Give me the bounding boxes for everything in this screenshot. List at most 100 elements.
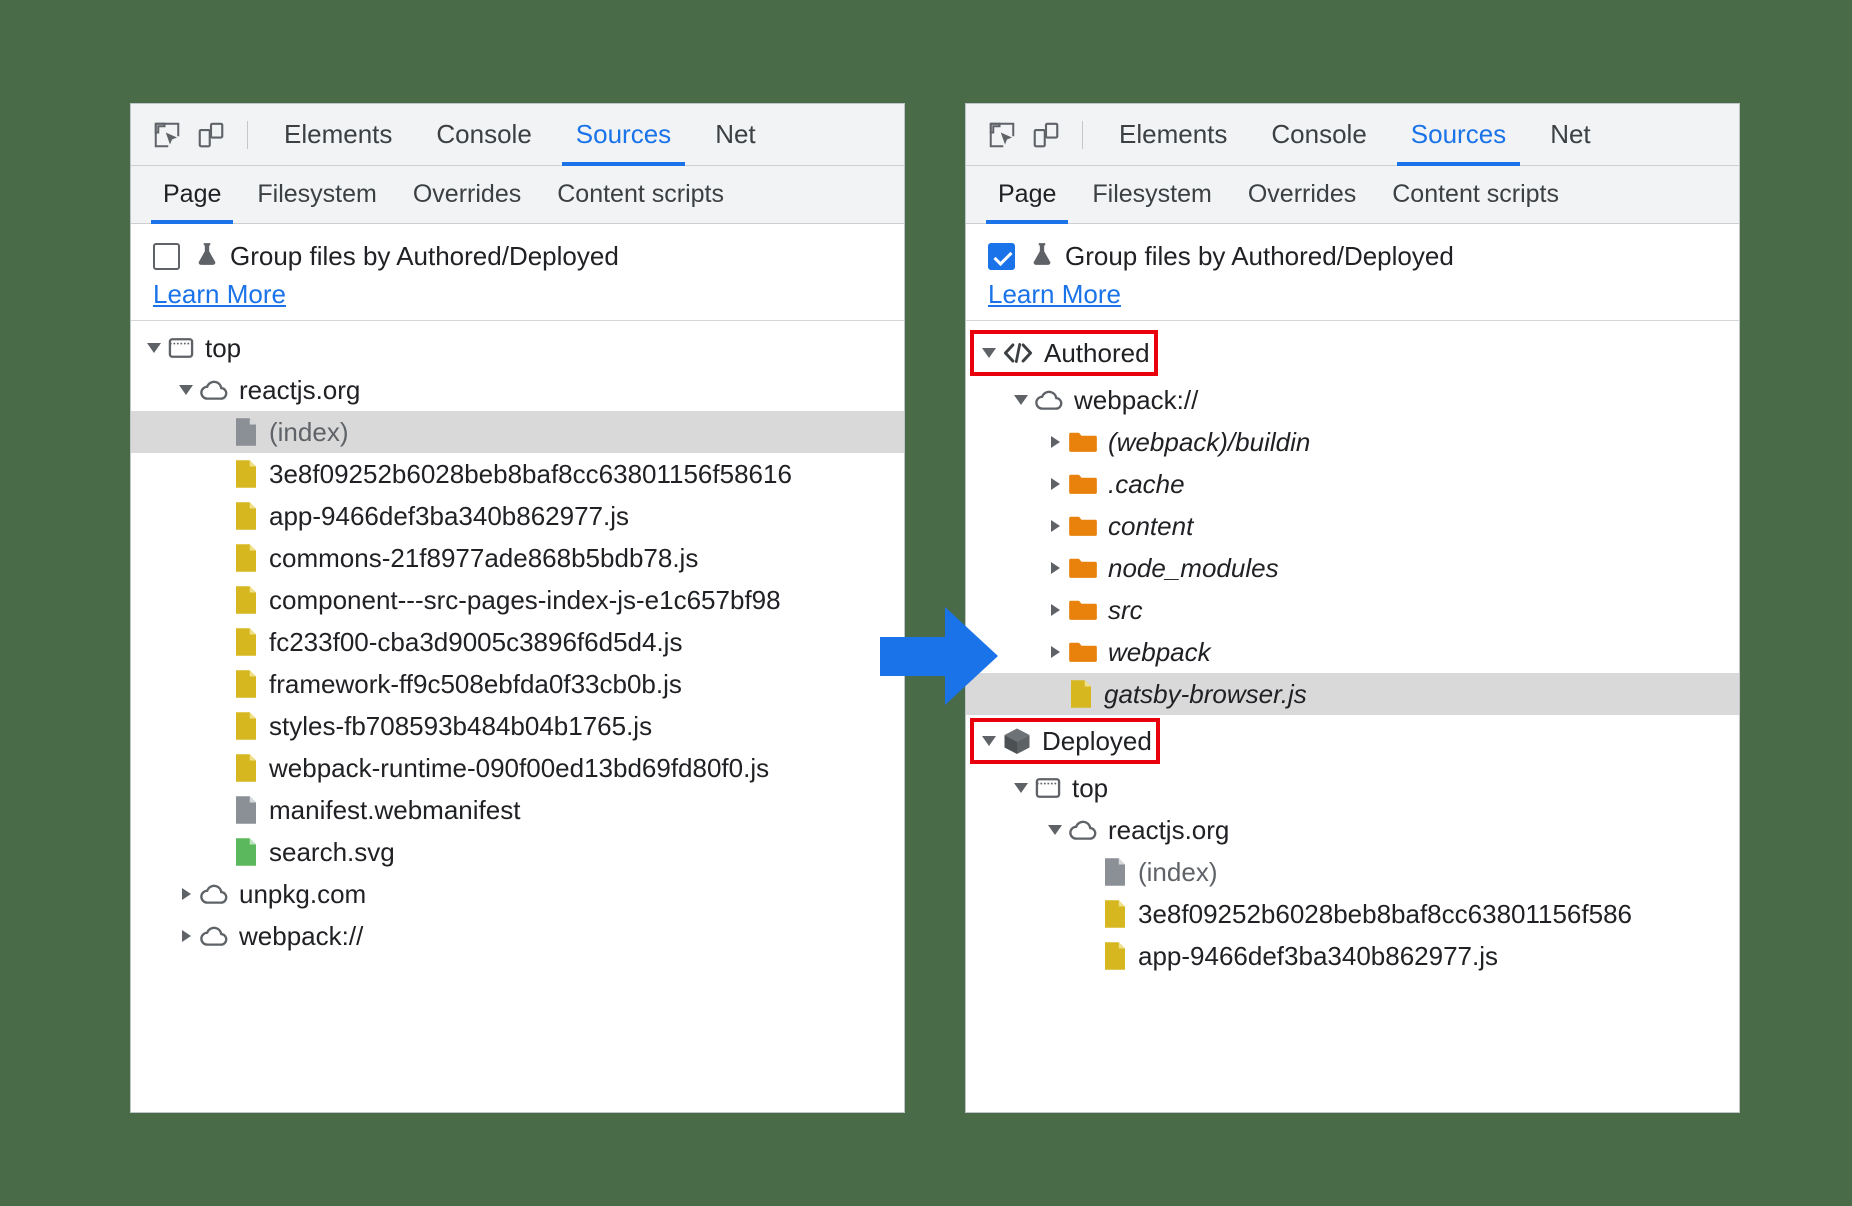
tree-row[interactable]: app-9466def3ba340b862977.js bbox=[966, 935, 1739, 977]
subtab-page[interactable]: Page bbox=[145, 166, 239, 224]
tree-row[interactable]: (webpack)/buildin bbox=[966, 421, 1739, 463]
devtools-panel-before: Elements Console Sources Net Page Filesy… bbox=[130, 103, 905, 1113]
tree-row[interactable]: node_modules bbox=[966, 547, 1739, 589]
right-arrow-icon bbox=[880, 604, 1000, 714]
chevron-right-icon[interactable] bbox=[1042, 436, 1068, 448]
chevron-down-icon[interactable] bbox=[1042, 825, 1068, 835]
chevron-down-icon[interactable] bbox=[1008, 783, 1034, 793]
tree-row[interactable]: 3e8f09252b6028beb8baf8cc63801156f58616 bbox=[131, 453, 904, 495]
device-toolbar-icon[interactable] bbox=[1024, 113, 1068, 157]
frame-icon bbox=[1034, 774, 1062, 802]
group-files-label: Group files by Authored/Deployed bbox=[230, 241, 619, 272]
js-icon bbox=[1068, 679, 1094, 709]
tree-row[interactable]: src bbox=[966, 589, 1739, 631]
tree-row[interactable]: Authored bbox=[966, 327, 1739, 379]
tree-row[interactable]: reactjs.org bbox=[966, 809, 1739, 851]
doc-icon bbox=[1102, 857, 1128, 887]
tree-row[interactable]: commons-21f8977ade868b5bdb78.js bbox=[131, 537, 904, 579]
chevron-right-icon[interactable] bbox=[1042, 520, 1068, 532]
tree-row[interactable]: webpack-runtime-090f00ed13bd69fd80f0.js bbox=[131, 747, 904, 789]
chevron-right-icon[interactable] bbox=[1042, 562, 1068, 574]
chevron-right-icon[interactable] bbox=[173, 888, 199, 900]
tree-row[interactable]: (index) bbox=[131, 411, 904, 453]
subtab-filesystem[interactable]: Filesystem bbox=[1074, 166, 1229, 224]
device-toolbar-icon[interactable] bbox=[189, 113, 233, 157]
flask-icon bbox=[1029, 240, 1055, 273]
tree-row[interactable]: unpkg.com bbox=[131, 873, 904, 915]
tab-sources[interactable]: Sources bbox=[1389, 104, 1528, 166]
tree-row[interactable]: .cache bbox=[966, 463, 1739, 505]
chevron-right-icon[interactable] bbox=[1042, 604, 1068, 616]
chevron-down-icon[interactable] bbox=[976, 348, 1002, 358]
folder-icon bbox=[1068, 639, 1098, 665]
tab-elements[interactable]: Elements bbox=[262, 104, 414, 166]
tree-row[interactable]: (index) bbox=[966, 851, 1739, 893]
flask-icon bbox=[194, 240, 220, 273]
chevron-right-icon[interactable] bbox=[1042, 646, 1068, 658]
tab-network[interactable]: Net bbox=[693, 104, 777, 166]
tree-row[interactable]: fc233f00-cba3d9005c3896f6d5d4.js bbox=[131, 621, 904, 663]
tree-row[interactable]: top bbox=[131, 327, 904, 369]
tree-row[interactable]: component---src-pages-index-js-e1c657bf9… bbox=[131, 579, 904, 621]
chevron-right-icon[interactable] bbox=[1042, 478, 1068, 490]
tree-row[interactable]: webpack bbox=[966, 631, 1739, 673]
chevron-right-icon[interactable] bbox=[173, 930, 199, 942]
subtab-overrides[interactable]: Overrides bbox=[395, 166, 539, 224]
tree-row[interactable]: gatsby-browser.js bbox=[966, 673, 1739, 715]
inspect-element-icon[interactable] bbox=[980, 113, 1024, 157]
tree-row[interactable]: webpack:// bbox=[131, 915, 904, 957]
js-icon bbox=[1102, 899, 1128, 929]
tree-row-label: commons-21f8977ade868b5bdb78.js bbox=[269, 543, 698, 574]
tree-row[interactable]: styles-fb708593b484b04b1765.js bbox=[131, 705, 904, 747]
tree-row-label: framework-ff9c508ebfda0f33cb0b.js bbox=[269, 669, 682, 700]
chevron-down-icon[interactable] bbox=[141, 343, 167, 353]
js-icon bbox=[233, 753, 259, 783]
chevron-down-icon[interactable] bbox=[976, 736, 1002, 746]
annotation-highlight: Deployed bbox=[970, 718, 1160, 764]
js-icon bbox=[233, 543, 259, 573]
svg-icon bbox=[233, 837, 259, 867]
inspect-element-icon[interactable] bbox=[145, 113, 189, 157]
tree-row[interactable]: app-9466def3ba340b862977.js bbox=[131, 495, 904, 537]
tree-row[interactable]: manifest.webmanifest bbox=[131, 789, 904, 831]
tree-row[interactable]: reactjs.org bbox=[131, 369, 904, 411]
tree-row-label: styles-fb708593b484b04b1765.js bbox=[269, 711, 652, 742]
tree-row-label: search.svg bbox=[269, 837, 395, 868]
tree-row[interactable]: webpack:// bbox=[966, 379, 1739, 421]
tree-row[interactable]: top bbox=[966, 767, 1739, 809]
subtab-page[interactable]: Page bbox=[980, 166, 1074, 224]
subtab-filesystem[interactable]: Filesystem bbox=[239, 166, 394, 224]
cloud-icon bbox=[199, 377, 229, 403]
tab-network[interactable]: Net bbox=[1528, 104, 1612, 166]
file-tree-before[interactable]: topreactjs.org(index)3e8f09252b6028beb8b… bbox=[131, 321, 904, 957]
tab-console[interactable]: Console bbox=[414, 104, 553, 166]
chevron-down-icon[interactable] bbox=[173, 385, 199, 395]
subtab-content-scripts[interactable]: Content scripts bbox=[1374, 166, 1577, 224]
devtools-panel-after: Elements Console Sources Net Page Filesy… bbox=[965, 103, 1740, 1113]
learn-more-link[interactable]: Learn More bbox=[988, 279, 1121, 310]
group-files-checkbox[interactable] bbox=[988, 243, 1015, 270]
subtab-overrides[interactable]: Overrides bbox=[1230, 166, 1374, 224]
annotation-highlight: Authored bbox=[970, 330, 1158, 376]
folder-icon bbox=[1068, 429, 1098, 455]
group-files-checkbox[interactable] bbox=[153, 243, 180, 270]
tree-row[interactable]: search.svg bbox=[131, 831, 904, 873]
tree-row-label: webpack-runtime-090f00ed13bd69fd80f0.js bbox=[269, 753, 769, 784]
file-tree-after[interactable]: Authoredwebpack://(webpack)/buildin.cach… bbox=[966, 321, 1739, 977]
tab-console[interactable]: Console bbox=[1249, 104, 1388, 166]
chevron-down-icon[interactable] bbox=[1008, 395, 1034, 405]
tab-sources[interactable]: Sources bbox=[554, 104, 693, 166]
tree-row[interactable]: content bbox=[966, 505, 1739, 547]
tree-row-label: component---src-pages-index-js-e1c657bf9… bbox=[269, 585, 781, 616]
tree-row[interactable]: framework-ff9c508ebfda0f33cb0b.js bbox=[131, 663, 904, 705]
js-icon bbox=[1102, 941, 1128, 971]
js-icon bbox=[233, 585, 259, 615]
tree-row[interactable]: Deployed bbox=[966, 715, 1739, 767]
tree-row-label: unpkg.com bbox=[239, 879, 366, 910]
tree-row-label: reactjs.org bbox=[1108, 815, 1229, 846]
tab-elements[interactable]: Elements bbox=[1097, 104, 1249, 166]
toolbar-divider bbox=[247, 121, 248, 149]
tree-row[interactable]: 3e8f09252b6028beb8baf8cc63801156f586 bbox=[966, 893, 1739, 935]
learn-more-link[interactable]: Learn More bbox=[153, 279, 286, 310]
subtab-content-scripts[interactable]: Content scripts bbox=[539, 166, 742, 224]
